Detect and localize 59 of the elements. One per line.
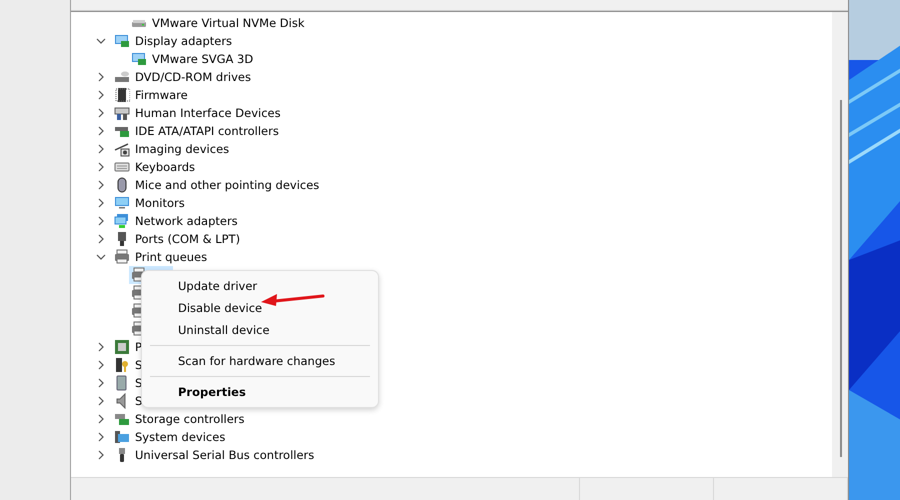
expand-chevron-icon[interactable] [96,396,106,406]
expand-chevron-icon[interactable] [96,144,106,154]
camera-icon [114,141,130,157]
monitor-icon [114,195,130,211]
tree-item[interactable]: Mice and other pointing devices [135,178,320,192]
tree-item[interactable]: Network adapters [135,214,238,228]
keyboard-hand-icon [114,105,130,121]
chip-icon [114,87,130,103]
computer-icon [114,429,130,445]
expand-chevron-icon[interactable] [96,432,106,442]
expand-chevron-icon[interactable] [96,72,106,82]
tree-item[interactable]: Imaging devices [135,142,230,156]
expand-chevron-icon[interactable] [96,378,106,388]
tree-item[interactable]: Monitors [135,196,185,210]
expand-chevron-icon[interactable] [96,180,106,190]
tree-item[interactable]: Firmware [135,88,188,102]
tree-item[interactable]: Universal Serial Bus controllers [135,448,314,462]
storage-icon [114,411,130,427]
expand-chevron-icon[interactable] [96,450,106,460]
disc-drive-icon [114,69,130,85]
processor-icon [114,339,130,355]
tree-item[interactable]: DVD/CD-ROM drives [135,70,251,84]
menu-item[interactable]: Disable device [142,297,378,319]
tree-item[interactable]: VMware SVGA 3D [152,52,254,66]
expand-chevron-icon[interactable] [96,234,106,244]
tree-item[interactable]: Human Interface Devices [135,106,281,120]
tree-item[interactable]: Display adapters [135,34,232,48]
tree-item[interactable]: Print queues [135,250,208,264]
printer-icon [114,249,130,265]
expand-chevron-icon[interactable] [96,126,106,136]
menu-item[interactable]: Uninstall device [142,319,378,341]
scrollbar-thumb[interactable] [840,100,842,457]
expand-chevron-icon[interactable] [96,360,106,370]
tree-item[interactable]: VMware Virtual NVMe Disk [152,16,305,30]
tree-item[interactable]: System devices [135,430,226,444]
menu-item[interactable]: Properties [142,381,378,403]
arrow-drawing [261,293,325,307]
expand-chevron-icon[interactable] [96,90,106,100]
collapse-chevron-icon[interactable] [96,252,106,262]
expand-chevron-icon[interactable] [96,216,106,226]
network-icon [114,213,130,229]
display-card-icon [131,51,147,67]
collapse-chevron-icon[interactable] [96,36,106,46]
expand-chevron-icon[interactable] [96,162,106,172]
menu-item[interactable]: Scan for hardware changes [142,350,378,372]
expand-chevron-icon[interactable] [96,198,106,208]
menu-item[interactable]: Update driver [142,275,378,297]
scrollbar[interactable] [832,12,848,477]
tree-item[interactable]: P [135,340,142,354]
key-icon [114,357,130,373]
tree-item[interactable]: S [135,394,142,408]
tree-item[interactable]: IDE ATA/ATAPI controllers [135,124,279,138]
expand-chevron-icon[interactable] [96,108,106,118]
expand-chevron-icon[interactable] [96,414,106,424]
tree-item[interactable]: Storage controllers [135,412,245,426]
tree-item[interactable]: Keyboards [135,160,196,174]
expand-chevron-icon[interactable] [96,342,106,352]
display-card-icon [114,33,130,49]
tree-item[interactable]: Ports (COM & LPT) [135,232,240,246]
